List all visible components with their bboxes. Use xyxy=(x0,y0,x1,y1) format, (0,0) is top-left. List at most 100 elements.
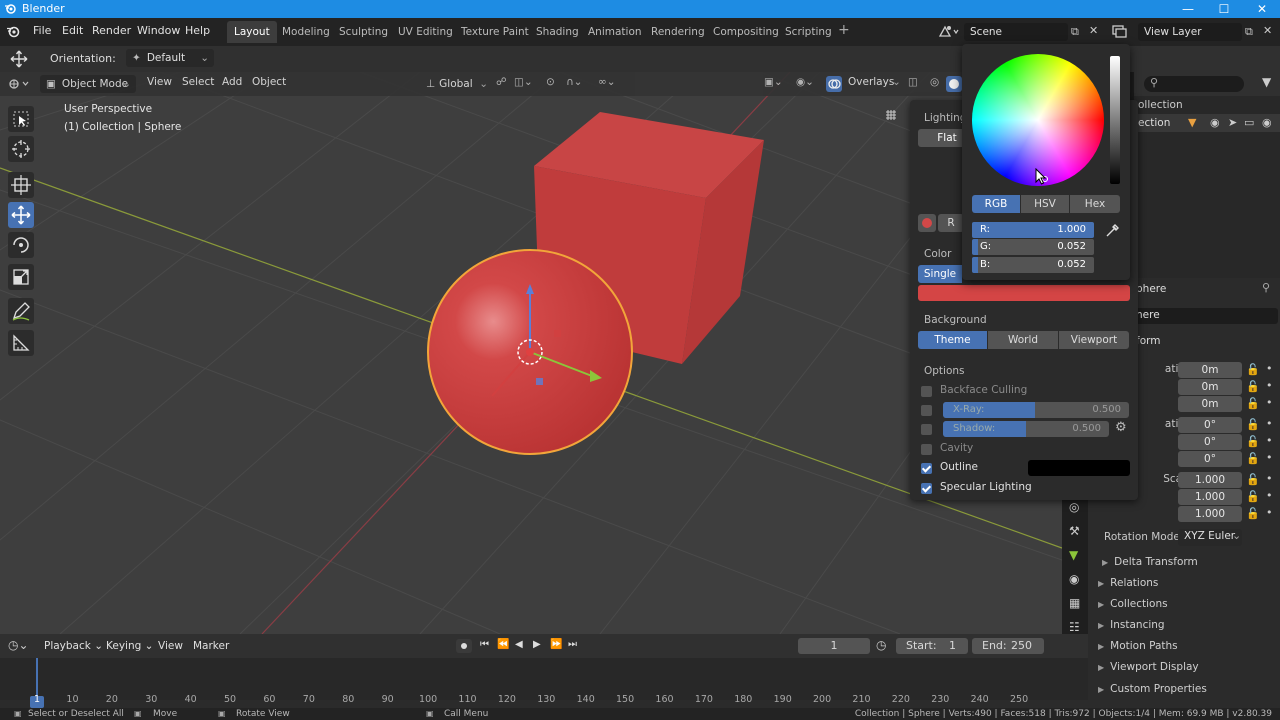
end-frame-field[interactable]: End: 250 xyxy=(972,638,1044,654)
mode-dropdown[interactable]: ▣ Object Mode ⌄ xyxy=(40,75,136,93)
lock-icon[interactable]: 🔓 xyxy=(1246,490,1260,503)
hue-saturation-wheel[interactable] xyxy=(972,54,1104,186)
lock-icon[interactable]: 🔓 xyxy=(1246,452,1260,465)
rotation-z-field[interactable]: 0° xyxy=(1178,451,1242,467)
xray-checkbox[interactable] xyxy=(921,405,932,416)
tab-uv-editing[interactable]: UV Editing xyxy=(391,21,460,43)
visibility-icon[interactable]: ◉⌄ xyxy=(796,76,814,88)
green-channel-field[interactable]: G: 0.052 xyxy=(972,239,1094,255)
keyframe-dot-icon[interactable]: • xyxy=(1266,489,1273,502)
copy-view-layer-icon[interactable]: ⧉ xyxy=(1245,25,1253,39)
cavity-checkbox[interactable] xyxy=(921,444,932,455)
view-layer-field[interactable]: View Layer xyxy=(1138,23,1242,41)
stopwatch-icon[interactable]: ◷ xyxy=(876,638,886,652)
measure-tool-button[interactable] xyxy=(8,330,34,356)
rotation-x-field[interactable]: 0° xyxy=(1178,417,1242,433)
transform-panel-header[interactable]: form xyxy=(1136,335,1160,347)
add-workspace-icon[interactable]: + xyxy=(838,22,850,38)
specular-lighting-checkbox[interactable] xyxy=(921,483,932,494)
minimize-button[interactable]: — xyxy=(1170,0,1206,18)
outliner-search-input[interactable]: ⚲ xyxy=(1144,76,1244,92)
3d-viewport[interactable]: User Perspective (1) Collection | Sphere xyxy=(0,72,1062,634)
wrench-tab-icon[interactable]: ⚒ xyxy=(1069,524,1080,538)
transform-tool-button[interactable] xyxy=(8,172,34,198)
delete-view-layer-icon[interactable]: ✕ xyxy=(1263,24,1272,37)
tab-scripting[interactable]: Scripting xyxy=(778,21,839,43)
annotate-tool-button[interactable] xyxy=(8,298,34,324)
timeline-editor-icon[interactable]: ◷⌄ xyxy=(8,638,29,652)
monitor-icon[interactable]: ▭ xyxy=(1244,116,1254,129)
background-theme-button[interactable]: Theme xyxy=(918,331,987,349)
snap-icon[interactable]: ◫⌄ xyxy=(514,76,533,88)
tab-texture-paint[interactable]: Texture Paint xyxy=(454,21,536,43)
outliner-collection-label[interactable]: ollection xyxy=(1138,99,1183,111)
collections-panel[interactable]: ▶ Collections xyxy=(1098,598,1168,610)
material-tab-icon[interactable]: ◉ xyxy=(1069,572,1079,586)
shadow-settings-gear-icon[interactable]: ⚙ xyxy=(1115,420,1127,435)
solid-shading-icon[interactable] xyxy=(946,76,962,92)
backface-culling-checkbox[interactable] xyxy=(921,386,932,397)
play-icon[interactable]: ▶ xyxy=(533,639,541,650)
tab-modeling[interactable]: Modeling xyxy=(275,21,337,43)
menu-view[interactable]: View xyxy=(147,76,172,88)
shadow-checkbox[interactable] xyxy=(921,424,932,435)
keyframe-dot-icon[interactable]: • xyxy=(1266,451,1273,464)
instancing-panel[interactable]: ▶ Instancing xyxy=(1098,619,1165,631)
keyframe-dot-icon[interactable]: • xyxy=(1266,417,1273,430)
lock-icon[interactable]: 🔓 xyxy=(1246,380,1260,393)
viewport-display-panel[interactable]: ▶ Viewport Display xyxy=(1098,661,1199,673)
scale-y-field[interactable]: 1.000 xyxy=(1178,489,1242,505)
background-viewport-button[interactable]: Viewport xyxy=(1059,331,1129,349)
keyframe-dot-icon[interactable]: • xyxy=(1266,379,1273,392)
relations-panel[interactable]: ▶ Relations xyxy=(1098,577,1158,589)
menu-help[interactable]: Help xyxy=(185,24,210,37)
location-z-field[interactable]: 0m xyxy=(1178,396,1242,412)
menu-object[interactable]: Object xyxy=(252,76,286,88)
lock-icon[interactable]: 🔓 xyxy=(1246,473,1260,486)
close-button[interactable]: ✕ xyxy=(1244,0,1280,18)
texture-tab-icon[interactable]: ▦ xyxy=(1069,596,1080,610)
constraints-tab-icon[interactable]: ☷ xyxy=(1069,620,1080,634)
single-color-swatch[interactable] xyxy=(918,285,1130,301)
scene-icon[interactable] xyxy=(938,24,960,38)
menu-file[interactable]: File xyxy=(33,24,51,37)
picker-rgb-tab[interactable]: RGB xyxy=(972,195,1020,213)
menu-playback[interactable]: Playback ⌄ xyxy=(44,640,103,652)
shadow-slider[interactable]: Shadow: 0.500 xyxy=(943,421,1109,437)
overlays-toggle-icon[interactable] xyxy=(826,76,842,92)
eyedropper-icon[interactable] xyxy=(1104,223,1122,239)
scene-field[interactable]: Scene xyxy=(964,23,1068,41)
color-single-button[interactable]: Single xyxy=(918,265,962,283)
keyframe-dot-icon[interactable]: • xyxy=(1266,362,1273,375)
physics-tab-icon[interactable]: ◎ xyxy=(1069,500,1079,514)
rotate-tool-button[interactable] xyxy=(8,232,34,258)
scale-z-field[interactable]: 1.000 xyxy=(1178,506,1242,522)
blue-channel-field[interactable]: B: 0.052 xyxy=(972,257,1094,273)
overlays-dropdown[interactable]: Overlays xyxy=(848,76,894,88)
jump-next-keyframe-icon[interactable]: ⏩ xyxy=(550,639,562,650)
object-data-tab-icon[interactable]: ▼ xyxy=(1069,548,1078,562)
timeline-area[interactable]: 1 10 20 30 40 50 60 70 80 90 100 110 120 130 140 150 160… xyxy=(0,658,1088,708)
orientation-dropdown[interactable]: ✦ Default ⌄ xyxy=(126,49,214,67)
play-reverse-icon[interactable]: ◀ xyxy=(515,639,523,650)
blender-menu-icon[interactable] xyxy=(6,25,20,39)
camera-icon[interactable]: ◉ xyxy=(1262,116,1272,129)
wireframe-shading-icon[interactable]: ◎ xyxy=(930,76,939,88)
jump-end-icon[interactable]: ⏭ xyxy=(568,639,577,650)
xray-slider[interactable]: X-Ray: 0.500 xyxy=(943,402,1129,418)
keyframe-dot-icon[interactable]: • xyxy=(1266,472,1273,485)
maximize-button[interactable]: ☐ xyxy=(1206,0,1242,18)
outline-color-swatch[interactable] xyxy=(1028,460,1130,476)
color-type-button[interactable] xyxy=(918,214,936,232)
outliner-collection-row[interactable]: ection ▼ ◉ ➤ ▭ ◉ xyxy=(1134,114,1280,132)
current-frame-field[interactable]: 1 xyxy=(798,638,870,654)
delta-transform-panel[interactable]: ▶ Delta Transform xyxy=(1102,556,1198,568)
lock-icon[interactable]: 🔓 xyxy=(1246,418,1260,431)
picker-hex-tab[interactable]: Hex xyxy=(1070,195,1120,213)
scale-tool-button[interactable] xyxy=(8,264,34,290)
object-name-field[interactable]: here xyxy=(1128,308,1278,324)
copy-scene-icon[interactable]: ⧉ xyxy=(1071,25,1079,39)
red-channel-field[interactable]: R: 1.000 xyxy=(972,222,1094,238)
menu-marker[interactable]: Marker xyxy=(193,640,229,652)
view-layer-icon[interactable] xyxy=(1112,24,1134,38)
